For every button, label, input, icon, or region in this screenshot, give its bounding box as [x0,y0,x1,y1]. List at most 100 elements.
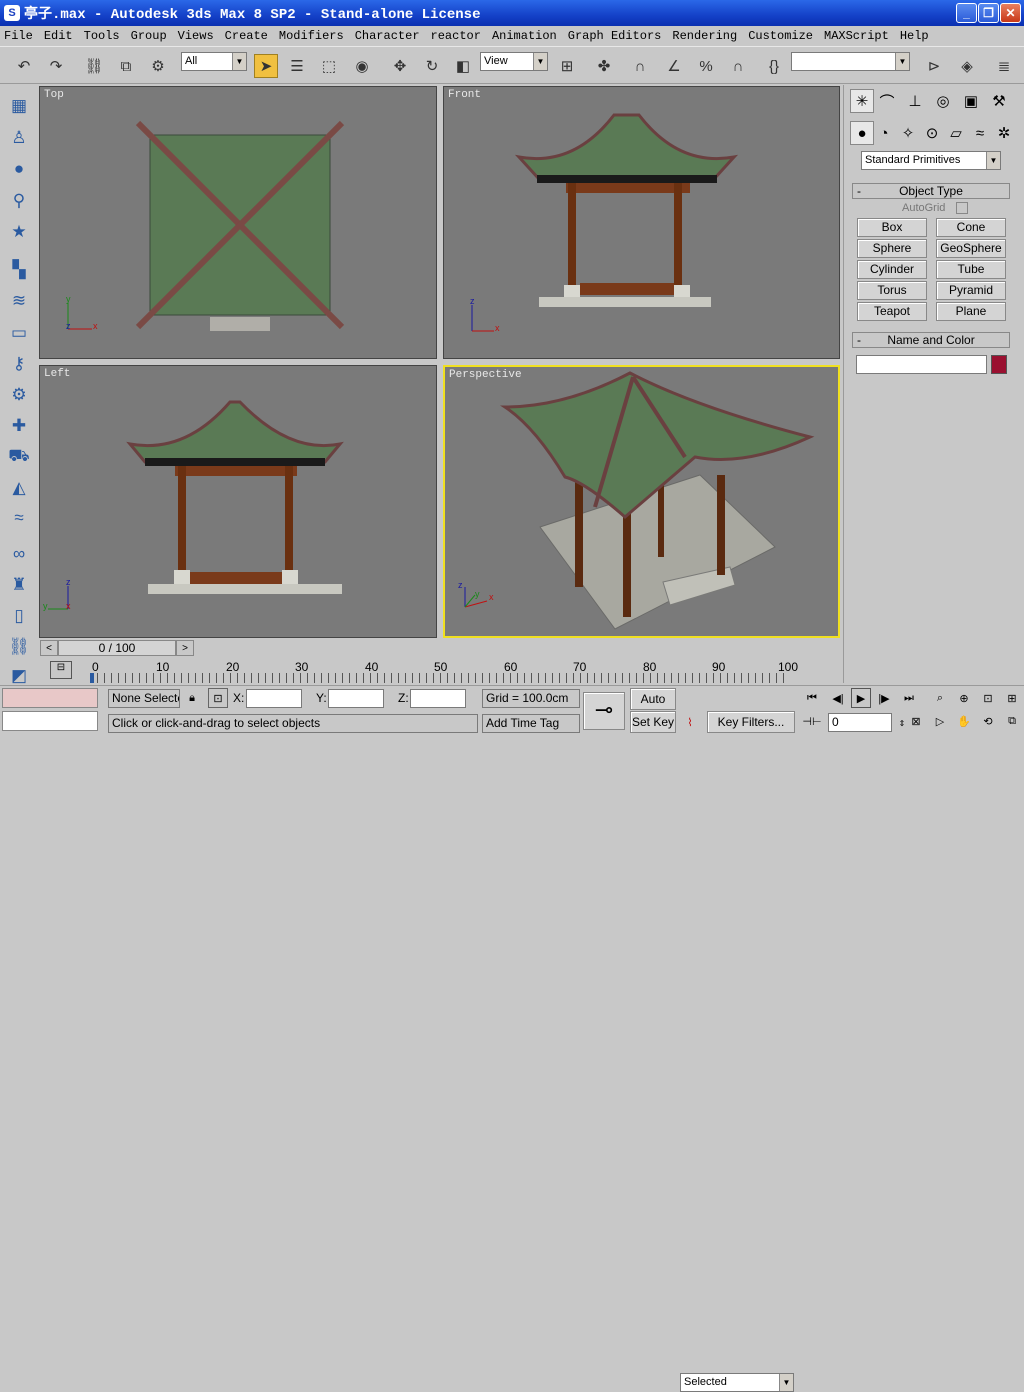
menu-reactor[interactable]: reactor [431,29,481,43]
y-field[interactable] [328,689,384,708]
menu-rendering[interactable]: Rendering [672,29,737,43]
pyramid-button[interactable]: Pyramid [936,281,1006,300]
spray-icon[interactable]: ⚲ [6,188,32,214]
menu-help[interactable]: Help [900,29,929,43]
select-and-rotate-icon[interactable]: ↻ [420,54,444,78]
menu-views[interactable]: Views [178,29,214,43]
play-icon[interactable]: ▶ [851,688,871,708]
tube-icon[interactable]: ▭ [6,320,32,346]
shirt-icon[interactable]: ♙ [6,125,32,151]
named-selection-dropdown[interactable]: ▼ [791,52,910,71]
menu-create[interactable]: Create [225,29,268,43]
sphere-icon[interactable]: ● [6,156,32,182]
go-to-start-icon[interactable]: ⏮ [802,688,822,708]
percent-snap-icon[interactable]: % [694,54,718,78]
app-icon[interactable]: S [4,5,20,21]
viewport-perspective[interactable]: Perspective z x y [443,365,840,638]
helpers-icon[interactable]: ▱ [944,121,968,145]
redo-icon[interactable]: ↷ [44,54,68,78]
plane-button[interactable]: Plane [936,302,1006,321]
select-and-move-icon[interactable]: ✥ [388,54,412,78]
object-name-field[interactable] [856,355,987,374]
menu-tools[interactable]: Tools [84,29,120,43]
menu-file[interactable]: File [4,29,33,43]
z-field[interactable] [410,689,466,708]
utilities-tab-icon[interactable]: ⚒ [987,89,1011,113]
mirror-icon[interactable]: ⊳ [922,54,946,78]
autogrid-checkbox[interactable] [956,202,968,214]
viewport-left[interactable]: Left z y x [39,365,437,638]
zoom-extents-icon[interactable]: ⊡ [978,688,998,708]
menu-customize[interactable]: Customize [748,29,813,43]
curve-editor-icon[interactable]: ⊟ [50,661,72,679]
previous-frame-icon[interactable]: ◀| [828,688,848,708]
cylinder-button[interactable]: Cylinder [857,260,927,279]
close-button[interactable]: ✕ [1000,3,1021,23]
use-pivot-point-icon[interactable]: ⊞ [555,54,579,78]
auto-key-button[interactable]: Auto Key [630,688,676,726]
link-icon[interactable]: ⛓ [6,634,32,660]
time-configuration-icon[interactable]: ⊠ [906,711,926,731]
cone-button[interactable]: Cone [936,218,1006,237]
boxes-icon[interactable]: ▦ [6,93,32,119]
maxscript-listener-pink[interactable] [2,688,98,708]
shapes-icon[interactable]: ◔ [872,121,896,145]
zoom-extents-all-icon[interactable]: ⊞ [1002,688,1022,708]
menu-character[interactable]: Character [355,29,420,43]
lock-icon[interactable]: 🔒︎ [182,688,202,708]
set-key-icon[interactable]: ⊸ [583,692,625,730]
select-and-scale-icon[interactable]: ◧ [451,54,475,78]
rectangular-selection-icon[interactable]: ⬚ [317,54,341,78]
layer-manager-icon[interactable]: ≣ [992,54,1016,78]
arc-rotate-icon[interactable]: ⟲ [978,711,998,731]
3d-snap-icon[interactable]: ∩ [628,54,652,78]
zoom-icon[interactable]: ⌕ [930,688,950,708]
lights-icon[interactable]: ✧ [896,121,920,145]
select-object-icon[interactable]: ➤ [254,54,278,78]
box-button[interactable]: Box [857,218,927,237]
category-dropdown[interactable]: Standard Primitives ▼ [861,151,1001,170]
align-icon[interactable]: ◈ [955,54,979,78]
angle-snap-icon[interactable]: ∠ [662,54,686,78]
cloth-icon[interactable]: ◭ [6,475,32,501]
menu-edit[interactable]: Edit [44,29,73,43]
selection-filter-dropdown[interactable]: All ▼ [181,52,247,71]
track-ruler[interactable]: 0 10 20 30 40 50 60 70 80 90 100 [90,660,798,683]
unlink-selection-icon[interactable]: ⧉ [114,54,138,78]
go-to-end-icon[interactable]: ⏭ [899,688,919,708]
menu-maxscript[interactable]: MAXScript [824,29,889,43]
teapot-button[interactable]: Teapot [857,302,927,321]
menu-modifiers[interactable]: Modifiers [279,29,344,43]
spring-icon[interactable]: ≋ [6,288,32,314]
menu-group[interactable]: Group [131,29,167,43]
sphere-button[interactable]: Sphere [857,239,927,258]
viewport-top[interactable]: Top y z x [39,86,437,359]
menu-animation[interactable]: Animation [492,29,557,43]
next-frame-icon[interactable]: > [176,640,194,656]
track-bar[interactable]: ⊟ 0 10 20 30 40 50 60 70 80 90 100 [38,659,842,685]
tube-button[interactable]: Tube [936,260,1006,279]
torus-knot-icon[interactable]: ∞ [6,541,32,567]
bind-space-warp-icon[interactable]: ⚙ [146,54,170,78]
absolute-mode-icon[interactable]: ⊡ [208,688,228,708]
figure-icon[interactable]: ♜ [6,572,32,598]
default-in-out-tangents-icon[interactable]: ⌇ [680,712,700,732]
window-crossing-icon[interactable]: ◉ [350,54,374,78]
gear-icon[interactable]: ⚙ [6,382,32,408]
next-frame-icon[interactable]: |▶ [874,688,894,708]
create-tab-icon[interactable]: ✳ [850,89,874,113]
select-and-manipulate-icon[interactable]: ✤ [592,54,616,78]
torus-button[interactable]: Torus [857,281,927,300]
current-frame-field[interactable]: 0 [828,713,892,732]
undo-icon[interactable]: ↶ [12,54,36,78]
restore-button[interactable]: ❐ [978,3,999,23]
spinner-snap-icon[interactable]: ∩ [726,54,750,78]
field-of-view-icon[interactable]: ▷ [930,711,950,731]
minimize-button[interactable]: _ [956,3,977,23]
key-mode-dropdown[interactable]: Selected ▼ [680,1373,794,1392]
checker-icon[interactable]: ▚ [6,257,32,283]
set-key-button[interactable]: Set Key [630,711,676,733]
car-icon[interactable]: ⛟ [6,444,32,470]
maximize-viewport-icon[interactable]: ⧉ [1002,711,1022,731]
hinge-icon[interactable]: ⚷ [6,351,32,377]
